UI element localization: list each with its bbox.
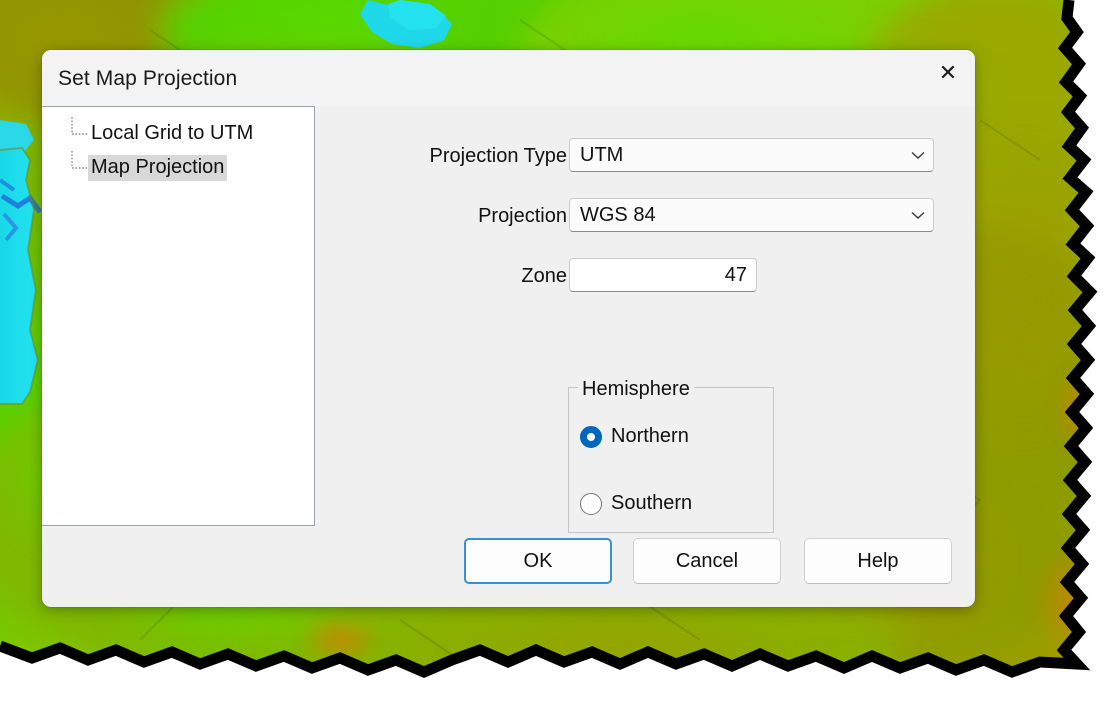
projection-form: Projection Type UTM Projection WGS 84 Zo… <box>315 106 975 607</box>
radio-button-icon <box>580 492 602 515</box>
tree-item-label: Map Projection <box>88 155 228 181</box>
projection-tree-panel[interactable]: Local Grid to UTM Map Projection <box>42 106 315 526</box>
projection-type-label: Projection Type <box>429 144 568 167</box>
dialog-button-bar: OK Cancel Help <box>42 538 975 588</box>
cancel-button[interactable]: Cancel <box>633 538 781 584</box>
radio-northern[interactable]: Northern <box>580 425 689 448</box>
tree-item-map-projection[interactable]: Map Projection <box>42 151 314 185</box>
zone-input[interactable]: 47 <box>569 258 757 292</box>
dialog-title-bar[interactable]: Set Map Projection ✕ <box>42 50 975 106</box>
tree-connector-icon <box>71 151 89 169</box>
zone-value: 47 <box>724 263 747 286</box>
chevron-down-icon <box>903 211 933 220</box>
close-icon: ✕ <box>938 60 958 85</box>
ok-button[interactable]: OK <box>464 538 612 584</box>
hemisphere-group: Hemisphere Northern Southern <box>568 378 774 533</box>
chevron-down-icon <box>903 151 933 160</box>
tree-item-local-grid-to-utm[interactable]: Local Grid to UTM <box>42 117 314 151</box>
projection-value: WGS 84 <box>580 203 656 226</box>
help-button[interactable]: Help <box>804 538 952 584</box>
projection-label: Projection <box>478 204 567 227</box>
projection-type-value: UTM <box>580 143 624 166</box>
tree-connector-icon <box>71 117 89 135</box>
radio-southern[interactable]: Southern <box>580 492 692 515</box>
zone-row: Zone <box>315 259 567 293</box>
tree-item-label: Local Grid to UTM <box>91 122 254 144</box>
radio-northern-label: Northern <box>611 425 689 447</box>
radio-dot-icon <box>587 432 595 441</box>
page-title: Set Map Projection <box>58 67 238 90</box>
projection-type-select[interactable]: UTM <box>569 138 934 172</box>
hemisphere-legend: Hemisphere <box>578 378 694 401</box>
set-map-projection-dialog: Set Map Projection ✕ Local Grid to UTM M… <box>42 50 975 607</box>
tree-item-list: Local Grid to UTM Map Projection <box>42 107 314 185</box>
close-button[interactable]: ✕ <box>925 52 971 94</box>
radio-southern-label: Southern <box>611 492 693 514</box>
zone-label: Zone <box>521 264 567 287</box>
radio-button-icon <box>580 425 602 448</box>
projection-row: Projection <box>315 199 567 233</box>
projection-select[interactable]: WGS 84 <box>569 198 934 232</box>
projection-type-row: Projection Type <box>315 139 568 173</box>
